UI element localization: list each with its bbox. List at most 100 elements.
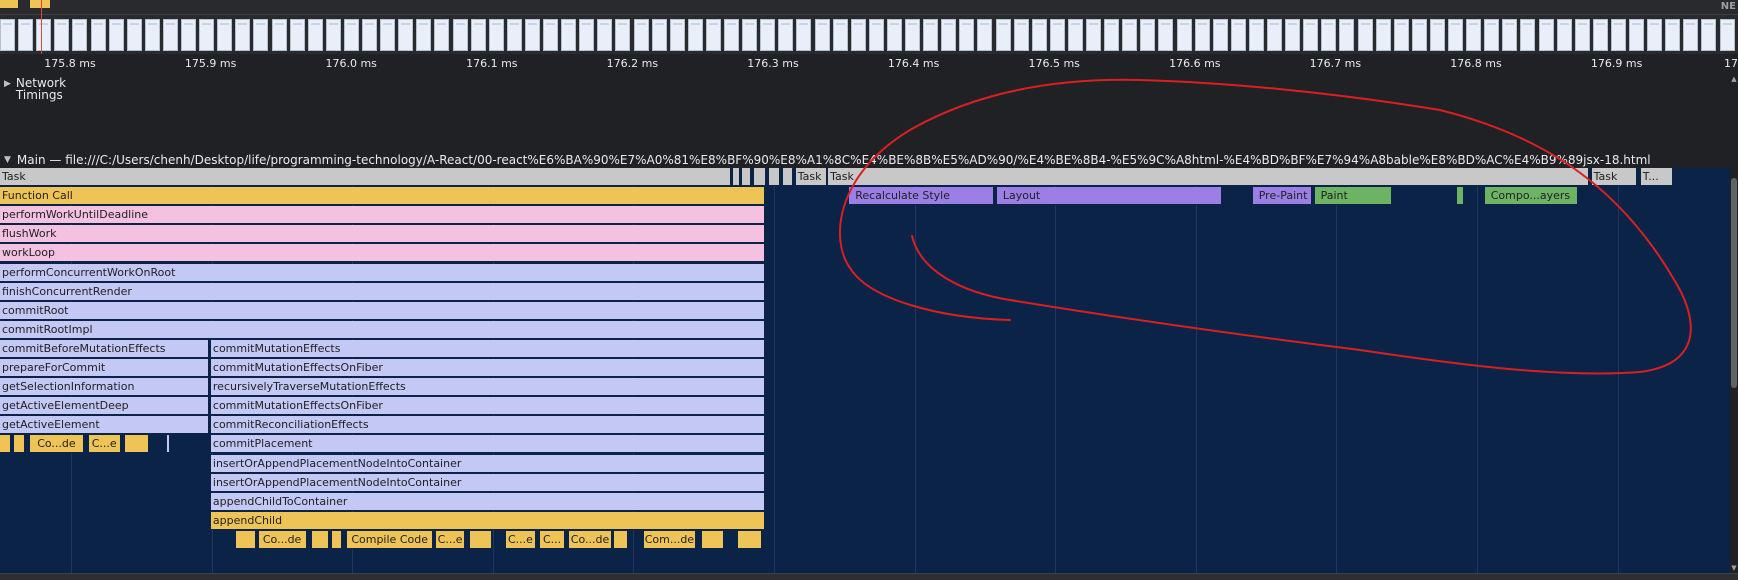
screenshot-thumbnail[interactable] xyxy=(362,19,377,51)
flame-event[interactable]: finishConcurrentRender xyxy=(0,282,765,301)
flame-event[interactable]: Paint xyxy=(1314,187,1392,206)
screenshot-thumbnail[interactable] xyxy=(1629,19,1644,51)
flame-event[interactable]: Co...de xyxy=(258,530,307,549)
screenshot-thumbnail[interactable] xyxy=(325,19,341,51)
flame-event[interactable]: Compo...ayers xyxy=(1484,187,1578,206)
screenshot-thumbnail[interactable] xyxy=(1502,19,1518,51)
scroll-up-icon[interactable]: ▲ xyxy=(1730,74,1738,84)
screenshot-thumbnail[interactable] xyxy=(1194,19,1210,51)
flame-event[interactable]: getSelectionInformation xyxy=(0,378,210,397)
screenshot-thumbnail[interactable] xyxy=(1375,19,1391,51)
screenshot-thumbnail[interactable] xyxy=(1610,19,1626,51)
screenshot-thumbnail[interactable] xyxy=(181,19,196,51)
flame-event[interactable]: Task xyxy=(828,168,1589,186)
screenshot-thumbnail[interactable] xyxy=(850,19,866,51)
screenshot-thumbnail[interactable] xyxy=(1303,19,1319,51)
collapse-triangle-icon[interactable]: ▼ xyxy=(4,155,11,165)
scrollbar-thumb[interactable] xyxy=(1731,178,1737,388)
flame-event[interactable]: getActiveElementDeep xyxy=(0,397,210,416)
screenshot-thumbnail[interactable] xyxy=(199,19,215,51)
screenshot-thumbnail[interactable] xyxy=(1140,19,1156,51)
flame-event[interactable] xyxy=(1456,187,1464,206)
flame-event[interactable] xyxy=(732,168,740,186)
screenshot-thumbnail[interactable] xyxy=(651,19,667,51)
flame-event[interactable]: Com...de xyxy=(643,530,696,549)
screenshot-thumbnail[interactable] xyxy=(1339,19,1355,51)
screenshot-thumbnail[interactable] xyxy=(0,19,15,51)
screenshot-thumbnail[interactable] xyxy=(380,19,396,51)
flame-event[interactable] xyxy=(701,530,725,549)
screenshot-thumbnail[interactable] xyxy=(959,19,975,51)
flame-event[interactable]: insertOrAppendPlacementNodeIntoContainer xyxy=(210,473,765,492)
screenshot-filmstrip[interactable] xyxy=(0,19,1738,53)
screenshot-thumbnail[interactable] xyxy=(633,19,649,51)
screenshot-thumbnail[interactable] xyxy=(54,19,70,51)
screenshot-thumbnail[interactable] xyxy=(1104,19,1120,51)
main-thread-header[interactable]: ▼ Main — file:///C:/Users/chenh/Desktop/… xyxy=(0,152,1738,168)
screenshot-thumbnail[interactable] xyxy=(1122,19,1138,51)
flame-event[interactable]: flushWork xyxy=(0,225,765,244)
flame-event[interactable]: commitMutationEffectsOnFiber xyxy=(210,397,765,416)
flame-event[interactable]: C... xyxy=(539,530,566,549)
flame-event[interactable]: prepareForCommit xyxy=(0,359,210,377)
timeline-overview[interactable]: NE xyxy=(0,0,1738,56)
screenshot-thumbnail[interactable] xyxy=(1267,19,1282,51)
flame-event[interactable]: workLoop xyxy=(0,244,765,263)
flame-event[interactable]: commitPlacement xyxy=(210,435,765,454)
screenshot-thumbnail[interactable] xyxy=(452,19,468,51)
screenshot-thumbnail[interactable] xyxy=(416,19,432,51)
screenshot-thumbnail[interactable] xyxy=(235,19,251,51)
flame-event[interactable]: commitRootImpl xyxy=(0,320,765,339)
flame-event[interactable]: commitMutationEffectsOnFiber xyxy=(210,359,765,377)
screenshot-thumbnail[interactable] xyxy=(1393,19,1409,51)
screenshot-thumbnail[interactable] xyxy=(1574,19,1590,51)
screenshot-thumbnail[interactable] xyxy=(524,19,540,51)
flame-event[interactable] xyxy=(0,435,12,454)
screenshot-thumbnail[interactable] xyxy=(1520,19,1536,51)
flame-event[interactable]: Task xyxy=(0,168,732,186)
flame-event[interactable]: performConcurrentWorkOnRoot xyxy=(0,263,765,282)
screenshot-thumbnail[interactable] xyxy=(1683,19,1699,51)
flame-event[interactable] xyxy=(469,530,493,549)
flame-event[interactable]: recursivelyTraverseMutationEffects xyxy=(210,378,765,397)
screenshot-thumbnail[interactable] xyxy=(398,19,414,51)
flame-event[interactable]: C...e xyxy=(435,530,466,549)
screenshot-thumbnail[interactable] xyxy=(271,19,287,51)
flame-chart[interactable]: Task Task Task Task T... Function Call Recalcu… xyxy=(0,168,1738,580)
screenshot-thumbnail[interactable] xyxy=(760,19,776,51)
flame-event[interactable] xyxy=(236,530,256,549)
scroll-down-icon[interactable]: ▼ xyxy=(1730,563,1738,573)
flame-event[interactable]: Task xyxy=(795,168,827,186)
screenshot-thumbnail[interactable] xyxy=(36,19,52,51)
screenshot-thumbnail[interactable] xyxy=(1285,19,1301,51)
screenshot-thumbnail[interactable] xyxy=(72,19,88,51)
screenshot-thumbnail[interactable] xyxy=(1031,19,1047,51)
screenshot-thumbnail[interactable] xyxy=(307,19,323,51)
screenshot-thumbnail[interactable] xyxy=(1248,19,1264,51)
screenshot-thumbnail[interactable] xyxy=(1556,19,1572,51)
flame-event[interactable]: commitRoot xyxy=(0,301,765,320)
screenshot-thumbnail[interactable] xyxy=(941,19,957,51)
network-track-header[interactable]: ▶ Network Timings xyxy=(4,76,66,102)
flame-event[interactable]: Pre-Paint xyxy=(1252,187,1312,206)
screenshot-thumbnail[interactable] xyxy=(868,19,884,51)
screenshot-thumbnail[interactable] xyxy=(1719,19,1735,51)
screenshot-thumbnail[interactable] xyxy=(923,19,939,51)
flame-event[interactable]: Co...de xyxy=(569,530,612,549)
expand-triangle-icon[interactable]: ▶ xyxy=(4,77,11,102)
screenshot-thumbnail[interactable] xyxy=(1484,19,1500,51)
screenshot-thumbnail[interactable] xyxy=(1429,19,1445,51)
vertical-scrollbar[interactable]: ▲ ▼ xyxy=(1730,74,1738,573)
screenshot-thumbnail[interactable] xyxy=(1538,19,1554,51)
flame-event[interactable]: C...e xyxy=(88,435,121,454)
screenshot-thumbnail[interactable] xyxy=(1357,19,1373,51)
horizontal-scrollbar[interactable] xyxy=(0,573,1738,580)
screenshot-thumbnail[interactable] xyxy=(597,19,613,51)
screenshot-thumbnail[interactable] xyxy=(705,19,721,51)
screenshot-thumbnail[interactable] xyxy=(1013,19,1029,51)
screenshot-thumbnail[interactable] xyxy=(905,19,920,51)
screenshot-thumbnail[interactable] xyxy=(162,19,178,51)
screenshot-thumbnail[interactable] xyxy=(1158,19,1174,51)
screenshot-thumbnail[interactable] xyxy=(977,19,993,51)
screenshot-thumbnail[interactable] xyxy=(543,19,558,51)
